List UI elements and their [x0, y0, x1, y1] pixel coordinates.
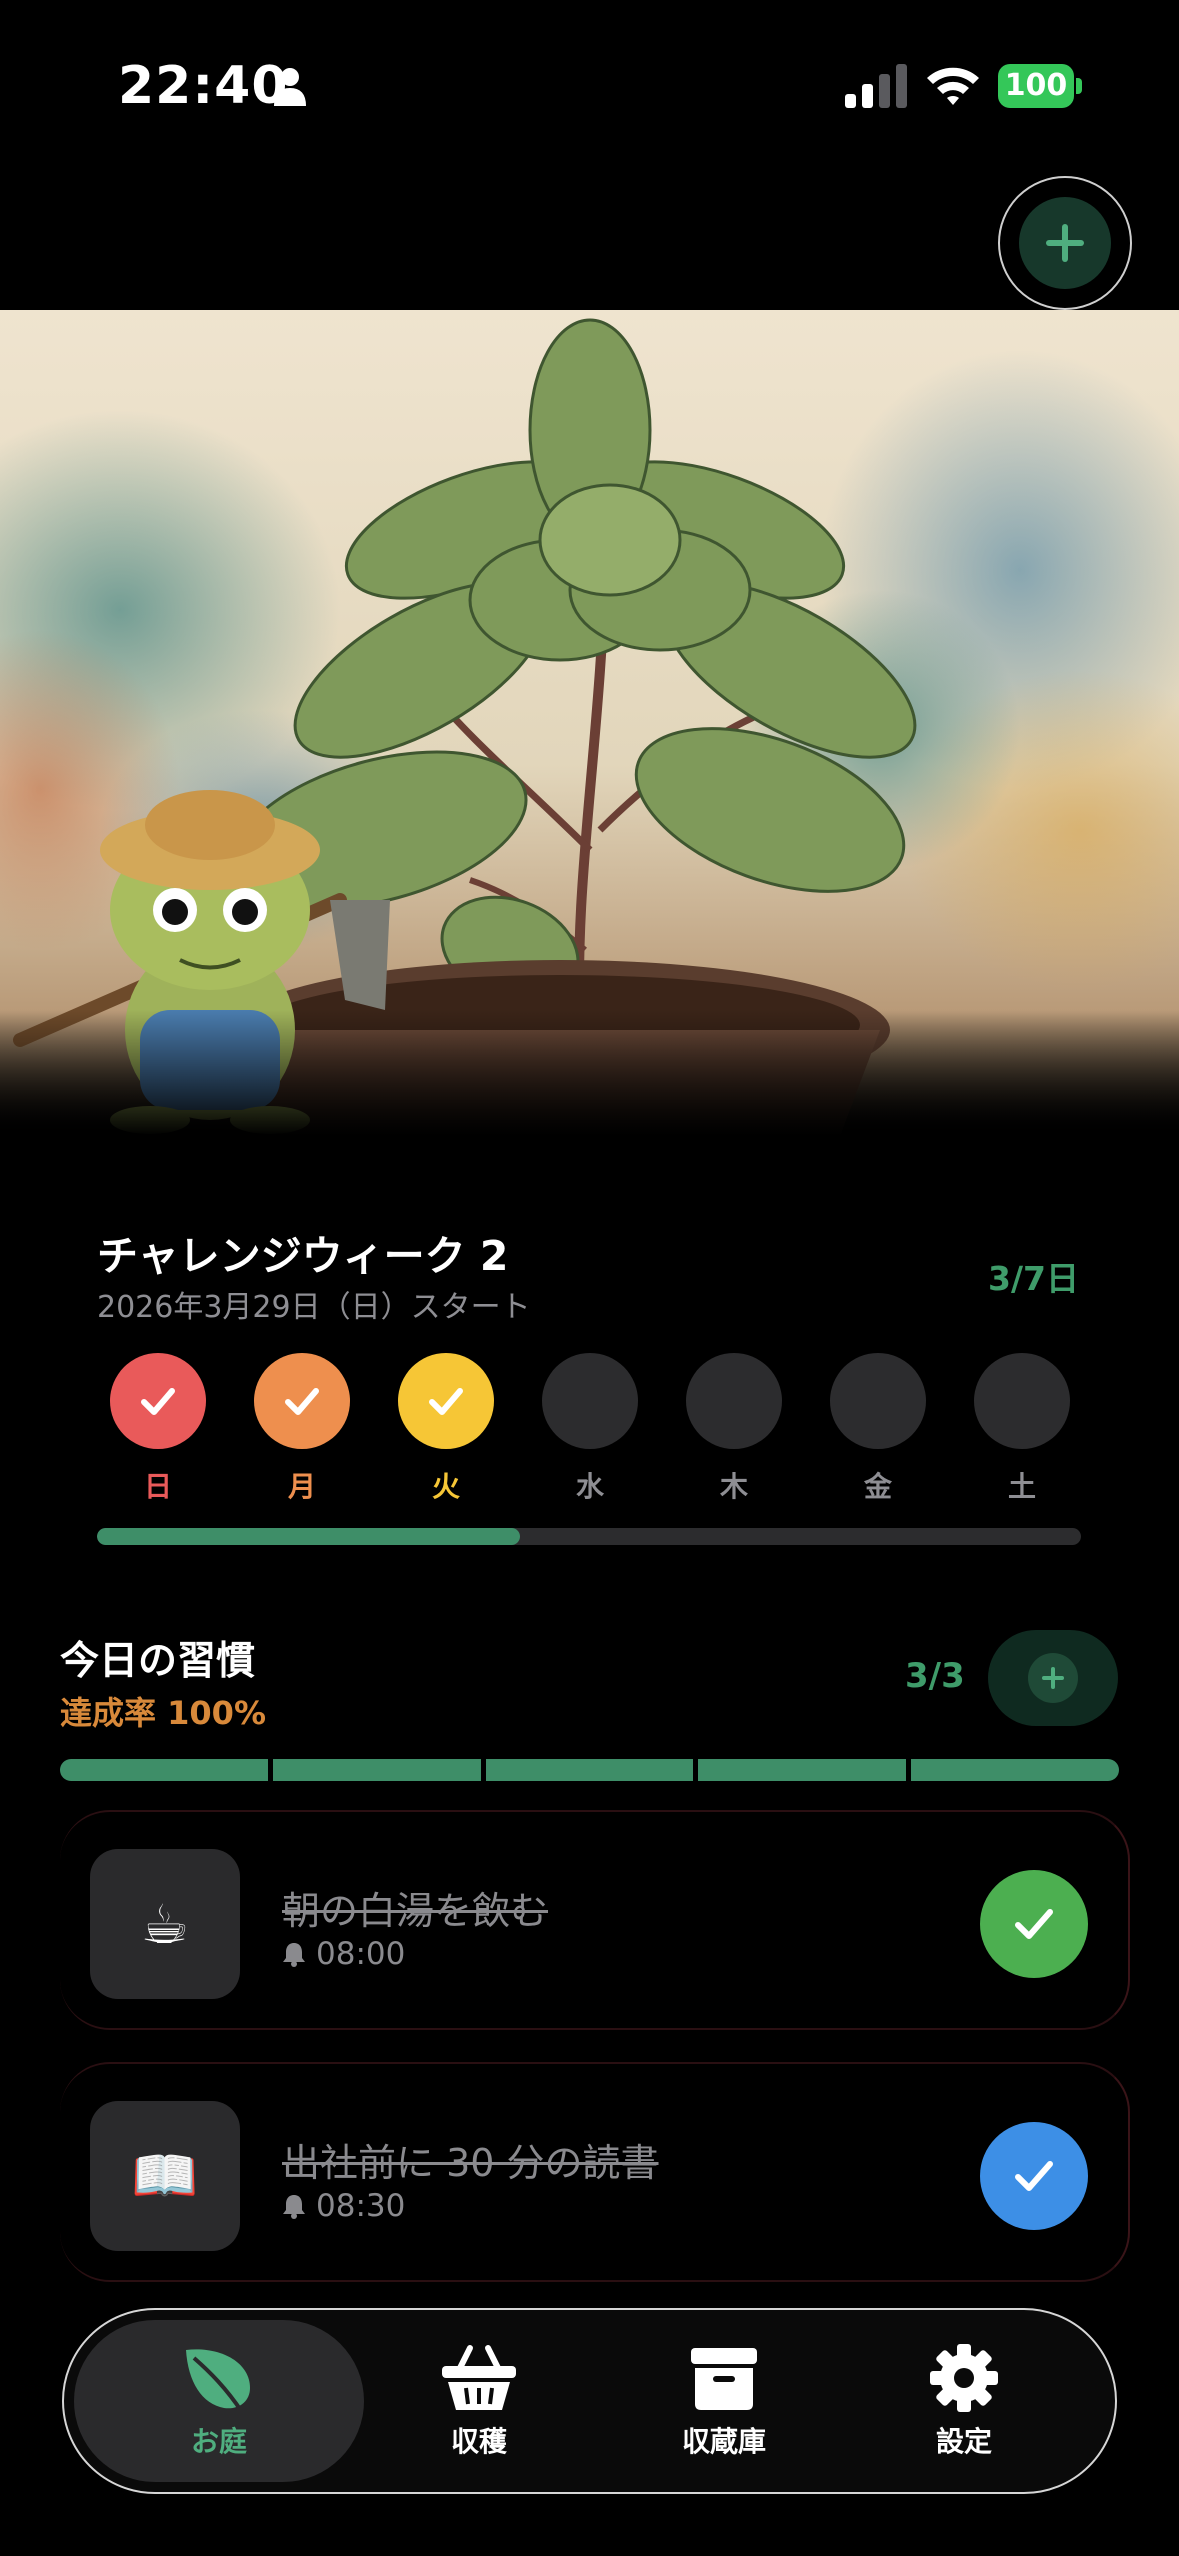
day-pending-circle [686, 1353, 782, 1449]
day-pending-circle [974, 1353, 1070, 1449]
add-habit-button[interactable] [988, 1630, 1118, 1726]
day-item: 土 [974, 1353, 1070, 1505]
day-label: 火 [431, 1470, 460, 1503]
day-item: 火 [398, 1353, 494, 1505]
archive-box-icon [691, 2348, 757, 2410]
tab-garden[interactable]: お庭 [74, 2320, 364, 2482]
week-day-tracker: 日月火水木金土 [110, 1353, 1070, 1503]
plus-icon [1046, 224, 1084, 262]
day-label: 水 [575, 1470, 604, 1503]
week-progress-bar [97, 1528, 1081, 1545]
tab-settings[interactable]: 設定 [819, 2320, 1109, 2482]
gear-icon [930, 2344, 998, 2412]
habit-time-text: 08:30 [316, 2188, 406, 2224]
day-item: 月 [254, 1353, 350, 1505]
habit-complete-toggle[interactable] [980, 2122, 1088, 2230]
leaf-icon [186, 2349, 250, 2414]
wifi-icon [927, 67, 979, 105]
person-icon [274, 68, 306, 106]
day-pending-circle [830, 1353, 926, 1449]
garden-illustration [0, 310, 1179, 1136]
habit-name: 出社前に 30 分の読書 [282, 2141, 659, 2185]
basket-icon [442, 2345, 516, 2410]
habits-section-title: 今日の習慣 [60, 1639, 256, 1684]
habits-completion-rate: 達成率 100% [60, 1694, 267, 1732]
habit-row[interactable]: 📖 出社前に 30 分の読書 08:30 [60, 2062, 1130, 2282]
plus-icon [1042, 1667, 1064, 1689]
day-label: 金 [863, 1470, 892, 1503]
tab-bar: お庭 収穫 収蔵庫 設定 [62, 2308, 1117, 2494]
checkmark-icon [1015, 1909, 1053, 1939]
cellular-signal-icon [845, 64, 907, 108]
day-item: 水 [542, 1353, 638, 1505]
habit-complete-toggle[interactable] [980, 1870, 1088, 1978]
status-time: 22:40 [118, 56, 289, 116]
day-label: 土 [1007, 1470, 1036, 1503]
challenge-day-count: 3/7日 [988, 1259, 1079, 1298]
checkmark-icon [141, 1388, 175, 1415]
challenge-title: チャレンジウィーク 2 [97, 1232, 509, 1280]
bell-icon [283, 1943, 305, 1967]
day-done-circle [110, 1353, 206, 1449]
day-label: 木 [719, 1470, 748, 1503]
day-item: 金 [830, 1353, 926, 1505]
checkmark-icon [429, 1388, 463, 1415]
habit-name: 朝の白湯を飲む [282, 1889, 549, 1933]
habits-progress-bar [60, 1759, 1119, 1781]
habit-reminder: 08:00 [282, 1936, 405, 1972]
checkmark-icon [1015, 2161, 1053, 2191]
day-done-circle [398, 1353, 494, 1449]
challenge-start-date: 2026年3月29日（日）スタート [97, 1290, 531, 1325]
habit-emoji-icon: 📖 [90, 2101, 240, 2251]
day-item: 木 [686, 1353, 782, 1505]
habit-row[interactable]: ☕ 朝の白湯を飲む 08:00 [60, 1810, 1130, 2030]
day-done-circle [254, 1353, 350, 1449]
day-pending-circle [542, 1353, 638, 1449]
day-item: 日 [110, 1353, 206, 1505]
status-bar: 22:40 100 [0, 0, 1179, 175]
habit-emoji-icon: ☕ [90, 1849, 240, 1999]
habits-count: 3/3 [905, 1656, 965, 1696]
habit-reminder: 08:30 [282, 2188, 405, 2224]
day-label: 月 [287, 1470, 316, 1503]
day-label: 日 [143, 1470, 172, 1503]
checkmark-icon [285, 1388, 319, 1415]
add-plant-button[interactable] [998, 176, 1132, 310]
bell-icon [283, 2195, 305, 2219]
habit-time-text: 08:00 [316, 1936, 406, 1972]
battery-indicator: 100 [998, 64, 1082, 108]
